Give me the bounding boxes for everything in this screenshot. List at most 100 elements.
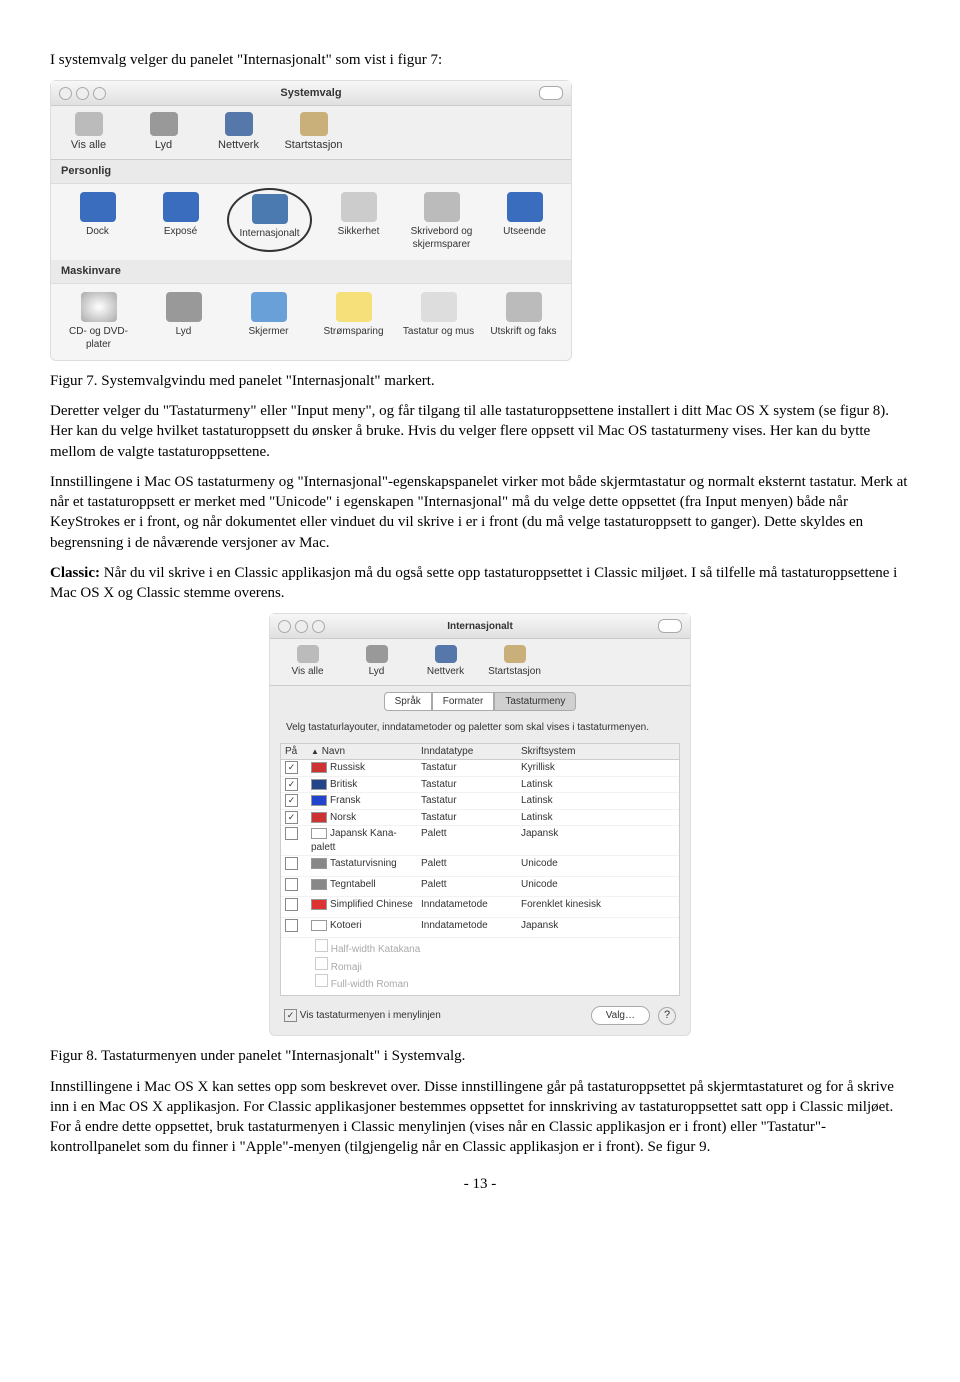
row-type: Tastatur: [421, 794, 521, 808]
row-sys: Forenklet kinesisk: [521, 898, 631, 916]
row-sys: Latinsk: [521, 794, 631, 808]
table-header: På ▲ Navn Inndatatype Skriftsystem: [281, 744, 679, 761]
table-subrow: Romaji: [315, 957, 675, 975]
row-name: Kotoeri: [311, 919, 421, 937]
showmenu-label: Vis tastaturmenyen i menylinjen: [300, 1010, 441, 1021]
table-row[interactable]: KotoeriInndatametodeJapansk: [281, 918, 679, 939]
row-checkbox[interactable]: ✓: [285, 761, 298, 774]
toolbar-2: Vis alle Lyd Nettverk Startstasjon: [270, 639, 690, 686]
table-subrow: Half-width Katakana: [315, 939, 675, 957]
tab-description: Velg tastaturlayouter, inndatametoder og…: [270, 717, 690, 739]
help-icon[interactable]: ?: [658, 1007, 676, 1025]
bottom-row: ✓ Vis tastaturmenyen i menylinjen Valg… …: [270, 1000, 690, 1036]
row-checkbox[interactable]: ✓: [285, 778, 298, 791]
row-type: Tastatur: [421, 811, 521, 825]
row-name: Simplified Chinese: [311, 898, 421, 916]
paragraph-4: Classic: Når du vil skrive i en Classic …: [50, 563, 910, 604]
pref-skrivebord[interactable]: Skrivebord og skjermsparer: [405, 192, 478, 252]
toolbar-item-visalle[interactable]: Vis alle: [61, 112, 116, 153]
table-row[interactable]: Simplified ChineseInndatametodeForenklet…: [281, 897, 679, 918]
row-type: Inndatametode: [421, 919, 521, 937]
row-type: Tastatur: [421, 761, 521, 775]
table-row[interactable]: TastaturvisningPalettUnicode: [281, 856, 679, 877]
row-name: Tastaturvisning: [311, 857, 421, 875]
pref-expose[interactable]: Exposé: [144, 192, 217, 252]
table-row[interactable]: ✓ BritiskTastaturLatinsk: [281, 777, 679, 794]
row-sys: Unicode: [521, 878, 631, 896]
toolbar2-lyd[interactable]: Lyd: [349, 645, 404, 679]
pref-utseende[interactable]: Utseende: [488, 192, 561, 252]
toolbar2-visalle[interactable]: Vis alle: [280, 645, 335, 679]
row-name: Fransk: [311, 794, 421, 808]
window-titlebar-2: Internasjonalt: [270, 614, 690, 639]
tab-sprak[interactable]: Språk: [384, 692, 432, 712]
pref-dock[interactable]: Dock: [61, 192, 134, 252]
row-checkbox[interactable]: [285, 827, 298, 840]
col-navn[interactable]: ▲ Navn: [311, 745, 421, 759]
intro-paragraph: I systemvalg velger du panelet "Internas…: [50, 50, 910, 70]
tab-bar: Språk Formater Tastaturmeny: [270, 692, 690, 712]
table-row[interactable]: ✓ FranskTastaturLatinsk: [281, 793, 679, 810]
row-sys: Japansk: [521, 827, 631, 854]
row-name: Britisk: [311, 778, 421, 792]
toolbar2-startstasjon[interactable]: Startstasjon: [487, 645, 542, 679]
row-type: Tastatur: [421, 778, 521, 792]
showmenu-checkbox[interactable]: ✓: [284, 1009, 297, 1022]
row-name: Norsk: [311, 811, 421, 825]
row-checkbox[interactable]: [285, 919, 298, 932]
table-row[interactable]: Japansk Kana-palettPalettJapansk: [281, 826, 679, 856]
table-row[interactable]: TegntabellPalettUnicode: [281, 877, 679, 898]
row-sys: Kyrillisk: [521, 761, 631, 775]
paragraph-2: Deretter velger du "Tastaturmeny" eller …: [50, 401, 910, 462]
table-subrow: Full-width Roman: [315, 974, 675, 992]
pref-utskrift[interactable]: Utskrift og faks: [486, 292, 561, 352]
row-checkbox[interactable]: [285, 898, 298, 911]
row-type: Palett: [421, 857, 521, 875]
row-sys: Latinsk: [521, 811, 631, 825]
row-checkbox[interactable]: [285, 857, 298, 870]
row-type: Palett: [421, 878, 521, 896]
row-checkbox[interactable]: ✓: [285, 811, 298, 824]
row-sys: Unicode: [521, 857, 631, 875]
figure8-caption: Figur 8. Tastaturmenyen under panelet "I…: [50, 1046, 910, 1066]
row-checkbox[interactable]: [285, 878, 298, 891]
row-sys: Japansk: [521, 919, 631, 937]
row-checkbox[interactable]: ✓: [285, 794, 298, 807]
section-maskinvare: Maskinvare: [51, 260, 571, 284]
table-row[interactable]: ✓ RussiskTastaturKyrillisk: [281, 760, 679, 777]
pref-tastatur-mus[interactable]: Tastatur og mus: [401, 292, 476, 352]
window-title-2: Internasjonalt: [270, 620, 690, 634]
row-sys: Latinsk: [521, 778, 631, 792]
row-name: Russisk: [311, 761, 421, 775]
toolbar-item-nettverk[interactable]: Nettverk: [211, 112, 266, 153]
tab-tastaturmeny[interactable]: Tastaturmeny: [494, 692, 576, 712]
toolbar: Vis alle Lyd Nettverk Startstasjon: [51, 106, 571, 160]
section-personlig: Personlig: [51, 160, 571, 184]
maskinvare-row: CD- og DVD-plater Lyd Skjermer Strømspar…: [51, 284, 571, 360]
window-titlebar: Systemvalg: [51, 81, 571, 106]
toolbar-item-lyd[interactable]: Lyd: [136, 112, 191, 153]
pref-stromsparing[interactable]: Strømsparing: [316, 292, 391, 352]
window-title: Systemvalg: [51, 86, 571, 101]
pref-lyd[interactable]: Lyd: [146, 292, 221, 352]
figure7-caption: Figur 7. Systemvalgvindu med panelet "In…: [50, 371, 910, 391]
row-type: Inndatametode: [421, 898, 521, 916]
tab-formater[interactable]: Formater: [432, 692, 495, 712]
table-row[interactable]: ✓ NorskTastaturLatinsk: [281, 810, 679, 827]
row-type: Palett: [421, 827, 521, 854]
toolbar2-nettverk[interactable]: Nettverk: [418, 645, 473, 679]
paragraph-3: Innstillingene i Mac OS tastaturmeny og …: [50, 472, 910, 553]
paragraph-5: Innstillingene i Mac OS X kan settes opp…: [50, 1077, 910, 1158]
pref-skjermer[interactable]: Skjermer: [231, 292, 306, 352]
valg-button[interactable]: Valg…: [591, 1006, 650, 1026]
systemvalg-window: Systemvalg Vis alle Lyd Nettverk Startst…: [50, 80, 572, 361]
pref-cd-dvd[interactable]: CD- og DVD-plater: [61, 292, 136, 352]
internasjonalt-window: Internasjonalt Vis alle Lyd Nettverk Sta…: [269, 613, 691, 1036]
row-name: Tegntabell: [311, 878, 421, 896]
pref-internasjonalt-circled[interactable]: Internasjonalt: [227, 188, 312, 252]
page-number: - 13 -: [50, 1174, 910, 1194]
toolbar-item-startstasjon[interactable]: Startstasjon: [286, 112, 341, 153]
pref-sikkerhet[interactable]: Sikkerhet: [322, 192, 395, 252]
personlig-row: Dock Exposé Internasjonalt Sikkerhet Skr…: [51, 184, 571, 260]
layout-table: På ▲ Navn Inndatatype Skriftsystem ✓ Russ…: [280, 743, 680, 996]
